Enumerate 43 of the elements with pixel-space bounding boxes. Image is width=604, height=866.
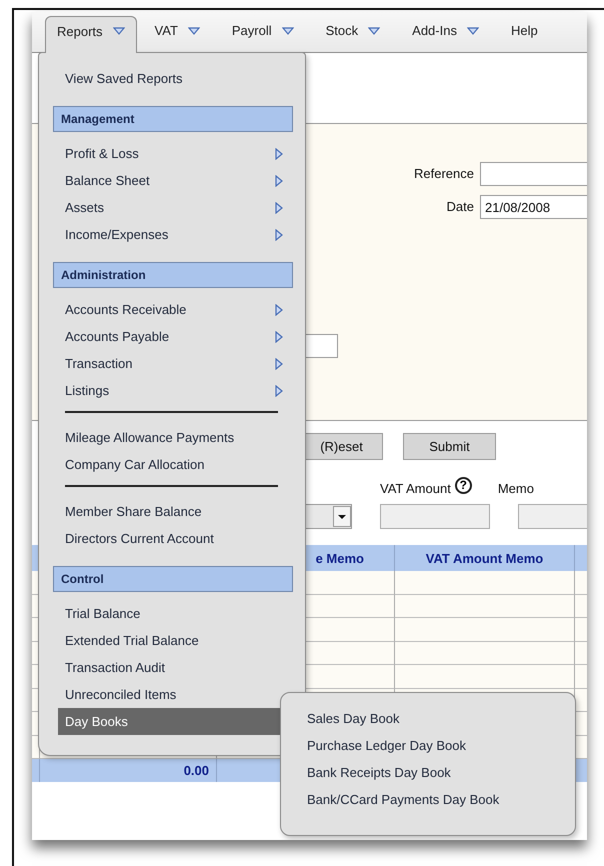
menu-section-header: Control (53, 566, 293, 592)
menu-tab[interactable]: VAT (142, 16, 212, 52)
help-icon[interactable]: ? (454, 476, 472, 494)
menu-item[interactable]: Sales Day Book (281, 705, 575, 732)
menu-tab[interactable]: Payroll (220, 16, 306, 52)
menu-section-header: Management (53, 106, 293, 132)
field-label: Memo (498, 480, 534, 496)
reference-label: Reference (414, 166, 474, 181)
total-cell (32, 759, 40, 782)
date-label: Date (446, 199, 474, 214)
menu-item[interactable]: Transaction Audit (58, 654, 283, 681)
menu-item[interactable]: Assets (58, 194, 283, 221)
menu-item[interactable]: Accounts Payable (58, 323, 283, 350)
menu-item[interactable]: Income/Expenses (58, 221, 283, 248)
menu-item[interactable]: Profit & Loss (58, 140, 283, 167)
menu-item[interactable]: Accounts Receivable (58, 296, 283, 323)
menu-item[interactable]: Balance Sheet (58, 167, 283, 194)
reference-field[interactable] (480, 162, 587, 186)
menu-item[interactable]: Member Share Balance (58, 498, 283, 525)
menu-tab[interactable]: Help (498, 16, 550, 52)
menu-item[interactable]: Listings (58, 377, 283, 404)
menu-item[interactable]: Transaction (58, 350, 283, 377)
menu-item[interactable]: Mileage Allowance Payments (58, 424, 283, 451)
menu-tab[interactable]: Add-Ins (400, 16, 491, 52)
vat-amount-field[interactable] (380, 504, 490, 529)
menu-tab[interactable]: Reports (45, 16, 137, 53)
menu-item[interactable]: Day Books (58, 708, 283, 735)
table-header: VAT Amount Memo (395, 545, 575, 571)
menu-item[interactable]: Trial Balance (58, 600, 283, 627)
menu-item[interactable]: Purchase Ledger Day Book (281, 732, 575, 759)
total-value: 0.00 (40, 759, 217, 782)
menu-item[interactable]: Extended Trial Balance (58, 627, 283, 654)
menu-item[interactable]: Bank/CCard Payments Day Book (281, 786, 575, 813)
date-field[interactable]: 21/08/2008 (480, 194, 587, 218)
menu-item[interactable]: Bank Receipts Day Book (281, 759, 575, 786)
menu-item[interactable]: View Saved Reports (58, 65, 283, 92)
field-label: VAT Amount (380, 480, 451, 496)
menu-item[interactable]: Unreconciled Items (58, 681, 283, 708)
menu-tab[interactable]: Stock (314, 16, 392, 52)
menu-item[interactable]: Company Car Allocation (58, 451, 283, 478)
submit-button[interactable]: Submit (403, 433, 496, 460)
memo-field[interactable] (518, 504, 587, 529)
menu-section-header: Administration (53, 262, 293, 288)
